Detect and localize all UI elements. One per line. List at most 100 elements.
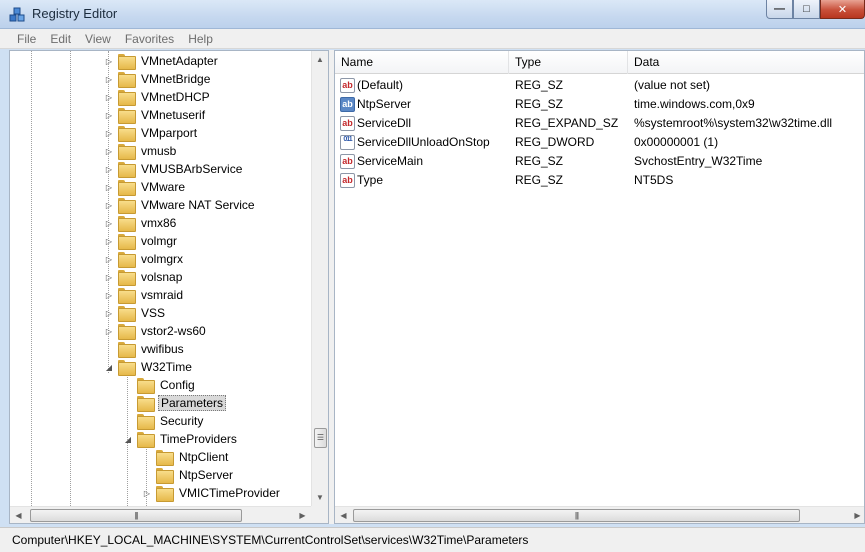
value-row[interactable]: ab (Default) REG_SZ (value not set) — [335, 76, 855, 95]
menu-help[interactable]: Help — [181, 32, 220, 46]
expand-arrow-icon[interactable]: ▷ — [104, 56, 114, 66]
tree-item[interactable]: ▷ VSS — [104, 304, 167, 322]
tree-item[interactable]: ▷ VMparport — [104, 124, 199, 142]
collapse-arrow-icon[interactable]: ◢ — [123, 434, 133, 444]
tree-item[interactable]: Security — [123, 412, 205, 430]
menu-edit[interactable]: Edit — [43, 32, 78, 46]
tree-item-label: volmgrx — [141, 252, 184, 266]
close-button[interactable]: ✕ — [820, 0, 865, 19]
tree-item[interactable]: vwifibus — [104, 340, 186, 358]
expand-arrow-icon[interactable]: ▷ — [104, 254, 114, 264]
dword-value-icon: 011 — [340, 135, 355, 150]
expand-arrow-icon[interactable]: ▷ — [104, 272, 114, 282]
folder-icon — [156, 468, 174, 484]
tree-item[interactable]: ▷ vstor2-ws60 — [104, 322, 208, 340]
folder-icon — [118, 216, 136, 232]
maximize-button[interactable]: □ — [793, 0, 820, 19]
tree-item[interactable]: ▷ vmusb — [104, 142, 178, 160]
key-tree-pane[interactable]: ▷ VMnetAdapter ▷ VMnetBridge ▷ VMnetDHCP ▷ VMne… — [9, 50, 329, 524]
expand-arrow-icon[interactable]: ▷ — [104, 218, 114, 228]
scroll-left-arrow-icon[interactable]: ◀ — [10, 507, 27, 523]
tree-vertical-scroll-thumb[interactable]: ☰ — [314, 428, 327, 448]
tree-vertical-scrollbar[interactable]: ▲ ☰ ▼ — [311, 51, 328, 506]
tree-item[interactable]: ▷ VMnetAdapter — [104, 52, 220, 70]
value-type: REG_SZ — [515, 78, 564, 92]
values-list-pane[interactable]: Name Type Data ab (Default) REG_SZ (value n… — [334, 50, 865, 524]
list-horizontal-scroll-thumb[interactable]: ||| — [353, 509, 800, 522]
tree-item[interactable]: ▷ VMnetuserif — [104, 106, 207, 124]
expand-arrow-icon[interactable]: ▷ — [104, 146, 114, 156]
expand-arrow-icon[interactable]: ▷ — [104, 92, 114, 102]
tree-item[interactable]: ▷ volmgr — [104, 232, 179, 250]
tree-item-label: Security — [160, 414, 204, 428]
value-row[interactable]: ab Type REG_SZ NT5DS — [335, 171, 855, 190]
expand-arrow-icon[interactable]: ▷ — [104, 164, 114, 174]
menu-favorites[interactable]: Favorites — [118, 32, 181, 46]
folder-icon — [118, 234, 136, 250]
tree-item[interactable]: ▷ VMUSBArbService — [104, 160, 244, 178]
menu-file[interactable]: File — [11, 32, 43, 46]
value-row[interactable]: ab ServiceMain REG_SZ SvchostEntry_W32Time — [335, 152, 855, 171]
tree-item-label: Parameters — [158, 395, 227, 411]
tree-item[interactable]: ▷ VMware NAT Service — [104, 196, 257, 214]
expand-arrow-icon[interactable]: ▷ — [104, 290, 114, 300]
scroll-left-arrow-icon[interactable]: ◀ — [335, 507, 352, 523]
scroll-right-arrow-icon[interactable]: ▶ — [849, 507, 864, 523]
tree-item[interactable]: Config — [123, 376, 197, 394]
scroll-up-arrow-icon[interactable]: ▲ — [312, 51, 328, 68]
menu-bar: File Edit View Favorites Help — [0, 29, 865, 49]
tree-item-label: vmusb — [141, 144, 177, 158]
title-bar[interactable]: Registry Editor — □ ✕ — [0, 0, 865, 29]
tree-item[interactable]: ▷ vsmraid — [104, 286, 185, 304]
minimize-button[interactable]: — — [766, 0, 793, 19]
tree-item-label: VMparport — [141, 126, 198, 140]
tree-item[interactable]: NtpClient — [142, 448, 230, 466]
value-row[interactable]: 011 ServiceDllUnloadOnStop REG_DWORD 0x0000… — [335, 133, 855, 152]
collapse-arrow-icon[interactable]: ◢ — [104, 362, 114, 372]
expand-arrow-icon[interactable]: ▷ — [104, 236, 114, 246]
folder-icon — [118, 90, 136, 106]
expand-arrow-icon[interactable]: ▷ — [104, 200, 114, 210]
value-row[interactable]: ab ServiceDll REG_EXPAND_SZ %systemroot%\sy… — [335, 114, 855, 133]
value-row[interactable]: ab NtpServer REG_SZ time.windows.com,0x9 — [335, 95, 855, 114]
value-type: REG_EXPAND_SZ — [515, 116, 619, 130]
expand-arrow-icon[interactable]: ▷ — [104, 110, 114, 120]
scroll-down-arrow-icon[interactable]: ▼ — [312, 489, 328, 506]
tree-item[interactable]: Parameters — [123, 394, 227, 412]
expand-arrow-icon[interactable]: ▷ — [104, 326, 114, 336]
column-header-type[interactable]: Type — [509, 51, 628, 74]
expand-arrow-icon[interactable]: ▷ — [104, 308, 114, 318]
folder-icon — [137, 432, 155, 448]
tree-item[interactable]: ▷ vmx86 — [104, 214, 178, 232]
tree-item[interactable]: ◢ TimeProviders — [123, 430, 239, 448]
expand-arrow-icon[interactable]: ▷ — [142, 488, 152, 498]
tree-item[interactable]: ▷ VMICTimeProvider — [142, 484, 282, 502]
tree-item-label: VMnetuserif — [141, 108, 206, 122]
window-title: Registry Editor — [32, 6, 118, 21]
expand-arrow-icon — [142, 470, 152, 480]
tree-item[interactable]: ◢ W32Time — [104, 358, 194, 376]
value-name: ServiceMain — [357, 154, 424, 168]
value-data: NT5DS — [634, 173, 674, 187]
tree-item[interactable]: ▷ volsnap — [104, 268, 184, 286]
tree-item[interactable]: ▷ VMware — [104, 178, 187, 196]
column-header-data[interactable]: Data — [628, 51, 864, 74]
column-header-name[interactable]: Name — [335, 51, 509, 74]
value-name: Type — [357, 173, 384, 187]
menu-view[interactable]: View — [78, 32, 118, 46]
tree-guide-line — [31, 51, 32, 506]
folder-icon — [156, 486, 174, 502]
expand-arrow-icon[interactable]: ▷ — [104, 74, 114, 84]
tree-item[interactable]: ▷ VMnetDHCP — [104, 88, 212, 106]
tree-item[interactable]: ▷ VMnetBridge — [104, 70, 212, 88]
expand-arrow-icon[interactable]: ▷ — [104, 128, 114, 138]
value-name: NtpServer — [357, 97, 412, 111]
tree-item[interactable]: NtpServer — [142, 466, 235, 484]
scroll-right-arrow-icon[interactable]: ▶ — [294, 507, 311, 523]
tree-item[interactable]: ▷ volmgrx — [104, 250, 185, 268]
list-horizontal-scrollbar[interactable]: ◀ ||| ▶ — [335, 506, 864, 523]
expand-arrow-icon[interactable]: ▷ — [104, 182, 114, 192]
tree-horizontal-scrollbar[interactable]: ◀ ||| ▶ — [10, 506, 311, 523]
tree-horizontal-scroll-thumb[interactable]: ||| — [30, 509, 242, 522]
folder-icon — [118, 198, 136, 214]
